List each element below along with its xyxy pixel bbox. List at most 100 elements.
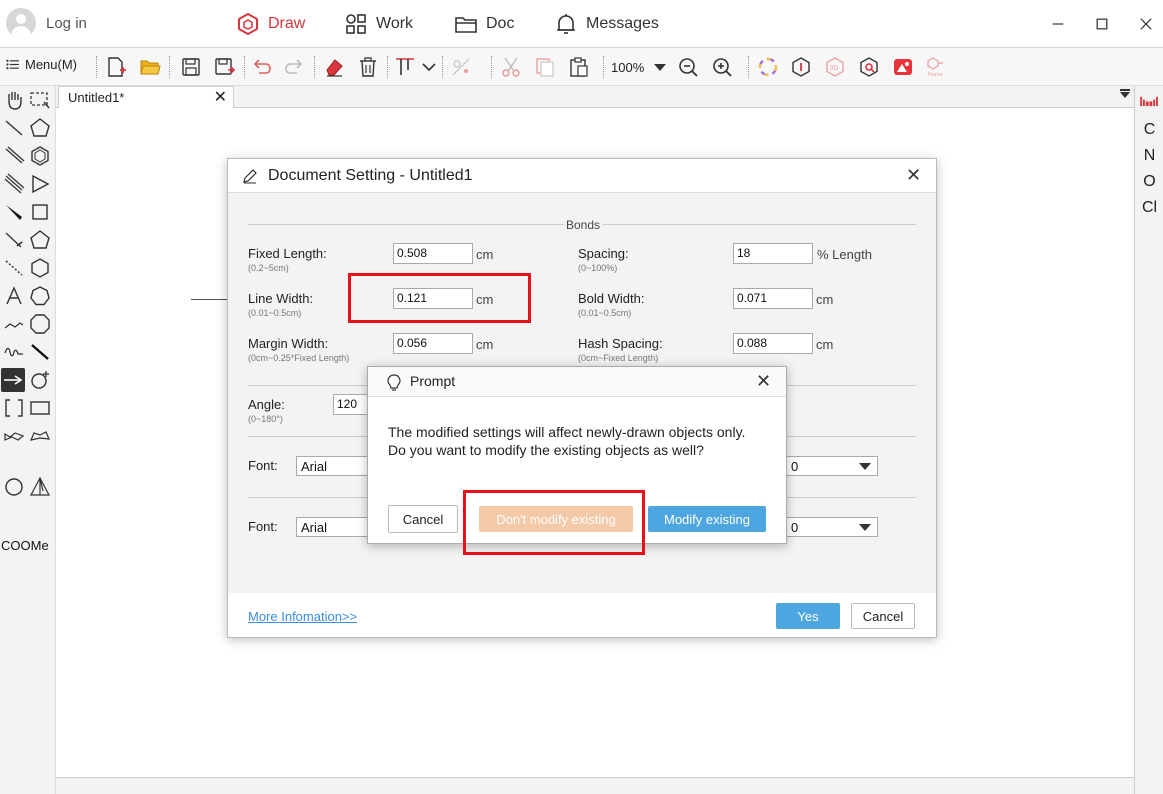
chair-tool[interactable] (2, 424, 26, 448)
symmetry-button[interactable] (449, 55, 473, 79)
rotate-tool[interactable] (28, 368, 52, 392)
chain-tool[interactable] (2, 312, 26, 336)
image-button[interactable] (891, 55, 915, 79)
font-size-select[interactable]: 0 (786, 517, 878, 537)
bell-icon (557, 14, 575, 34)
circle-tool[interactable] (2, 475, 26, 499)
font-select[interactable]: Arial (296, 517, 376, 537)
prompt-close-icon[interactable]: ✕ (756, 371, 771, 392)
dialog-close-icon[interactable]: ✕ (906, 165, 921, 186)
pentagon-outline-tool[interactable] (28, 228, 52, 252)
zoom-out-button[interactable] (676, 55, 700, 79)
menu-button[interactable]: Menu(M) (6, 57, 77, 72)
nav-doc[interactable]: Doc (454, 12, 514, 36)
maximize-button[interactable] (1090, 12, 1114, 36)
benzene-tool[interactable] (28, 144, 52, 168)
close-window-button[interactable] (1134, 12, 1158, 36)
wavy-bond-tool[interactable] (2, 340, 26, 364)
text-tool[interactable] (2, 284, 26, 308)
fixed-length-input[interactable]: 0.508 (393, 243, 473, 264)
toolbar-divider (603, 56, 604, 78)
paste-button[interactable] (567, 55, 591, 79)
square-tool[interactable] (28, 200, 52, 224)
element-cl-button[interactable]: Cl (1135, 199, 1163, 217)
align-button[interactable] (393, 55, 417, 79)
double-bond-tool[interactable] (2, 144, 26, 168)
nav-messages[interactable]: Messages (554, 12, 659, 36)
name-button[interactable]: Name (925, 55, 949, 79)
3d-button[interactable]: 3D (823, 55, 847, 79)
coome-tool[interactable]: COOMe (1, 538, 49, 553)
zoom-select[interactable]: 100% (611, 56, 667, 78)
save-as-button[interactable] (213, 55, 237, 79)
search-structure-button[interactable] (857, 55, 881, 79)
close-tab-icon[interactable]: ✕ (214, 87, 227, 107)
cut-button[interactable] (499, 55, 523, 79)
font-select[interactable]: Arial (296, 456, 376, 476)
redo-button[interactable] (283, 55, 307, 79)
drawn-bond[interactable] (191, 299, 229, 300)
hash-spacing-input[interactable]: 0.088 (733, 333, 813, 354)
modify-existing-button[interactable]: Modify existing (648, 506, 766, 532)
align-dropdown-button[interactable] (417, 55, 441, 79)
more-information-link[interactable]: More Infomation>> (248, 609, 357, 624)
bold-width-unit: cm (816, 292, 834, 307)
select-tool[interactable] (28, 88, 52, 112)
login-button[interactable]: Log in (6, 8, 87, 38)
zoom-in-button[interactable] (710, 55, 734, 79)
copy-button[interactable] (533, 55, 557, 79)
spacing-input[interactable]: 18 (733, 243, 813, 264)
font-size-value: 0 (791, 459, 799, 474)
prompt-cancel-button[interactable]: Cancel (388, 505, 458, 533)
open-folder-button[interactable] (138, 55, 162, 79)
fixed-length-hint: (0.2~5cm) (248, 263, 289, 273)
element-c-button[interactable]: C (1135, 121, 1163, 139)
new-file-button[interactable] (104, 55, 128, 79)
info-button[interactable] (789, 55, 813, 79)
element-o-button[interactable]: O (1135, 173, 1163, 191)
octagon-tool[interactable] (28, 312, 52, 336)
hand-tool[interactable] (2, 88, 26, 112)
nav-work[interactable]: Work (344, 12, 413, 36)
hexagon-tool[interactable] (28, 256, 52, 280)
marquee-select-icon (30, 92, 50, 109)
tab-list-menu-icon[interactable] (1120, 89, 1130, 98)
bracket-tool[interactable] (2, 396, 26, 420)
single-bond-tool[interactable] (2, 116, 26, 140)
save-button[interactable] (179, 55, 203, 79)
maximize-icon (1096, 18, 1108, 30)
pyramid-tool[interactable] (28, 475, 52, 499)
scissors-icon (502, 57, 520, 77)
font-size-select[interactable]: 0 (786, 456, 878, 476)
edit-pencil-icon (243, 169, 257, 184)
triangle-tool[interactable] (28, 172, 52, 196)
bold-width-hint: (0.01~0.5cm) (578, 308, 632, 318)
bold-width-input[interactable]: 0.071 (733, 288, 813, 309)
bold-bond-tool[interactable] (28, 340, 52, 364)
triple-bond-tool[interactable] (2, 172, 26, 196)
margin-width-input[interactable]: 0.056 (393, 333, 473, 354)
color-button[interactable] (756, 55, 780, 79)
periodic-table-icon (1140, 96, 1158, 107)
heptagon-tool[interactable] (28, 284, 52, 308)
boat-tool[interactable] (28, 424, 52, 448)
undo-button[interactable] (249, 55, 273, 79)
arrow-tool[interactable] (1, 368, 25, 392)
rectangle-tool[interactable] (28, 396, 52, 420)
nav-draw[interactable]: Draw (236, 12, 305, 36)
document-tab[interactable]: Untitled1* ✕ (58, 86, 234, 108)
periodic-table-button[interactable] (1140, 94, 1159, 110)
eraser-button[interactable] (322, 55, 346, 79)
pentagon-tool[interactable] (28, 116, 52, 140)
dashed-bond-tool[interactable] (2, 256, 26, 280)
delete-button[interactable] (356, 55, 380, 79)
double-bond-icon (5, 146, 25, 164)
wedge-bond-tool[interactable] (2, 200, 26, 224)
hash-bond-tool[interactable] (2, 228, 26, 252)
minimize-button[interactable] (1046, 12, 1070, 36)
yes-button[interactable]: Yes (776, 603, 840, 629)
pyramid-icon (30, 476, 50, 496)
element-n-button[interactable]: N (1135, 147, 1163, 165)
margin-width-unit: cm (476, 337, 494, 352)
dialog-cancel-button[interactable]: Cancel (851, 603, 915, 629)
